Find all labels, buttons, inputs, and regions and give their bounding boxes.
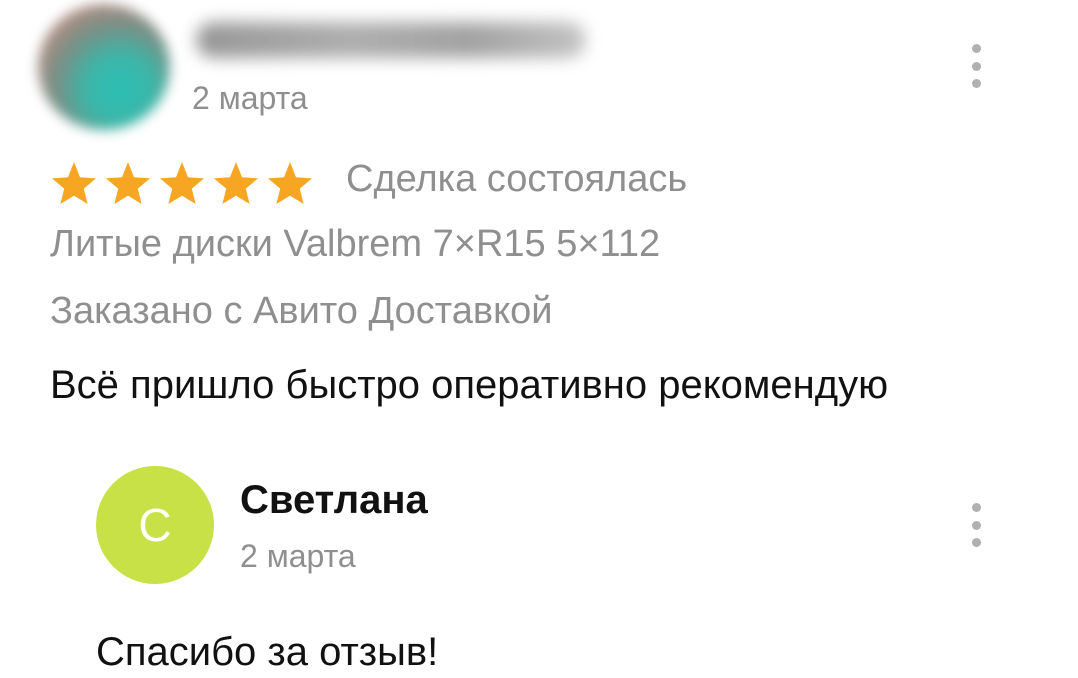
delivery-note: Заказано с Авито Доставкой: [50, 290, 553, 332]
review-date: 2 марта: [192, 80, 308, 116]
reply-date: 2 марта: [240, 538, 356, 574]
reply-avatar[interactable]: С: [96, 466, 214, 584]
star-icon: [160, 162, 204, 204]
review-more-icon[interactable]: [965, 44, 987, 88]
reviewer-name-blurred[interactable]: [196, 22, 586, 58]
review-card: 2 марта Сделка состоялась Литые диски Va…: [0, 0, 1078, 440]
reply-text: Спасибо за отзыв!: [96, 630, 439, 674]
deal-status: Сделка состоялась: [346, 158, 688, 200]
star-icon: [52, 162, 96, 204]
rating-stars: [50, 160, 314, 206]
star-icon: [106, 162, 150, 204]
reply-more-icon[interactable]: [965, 503, 987, 547]
item-title: Литые диски Valbrem 7×R15 5×112: [50, 223, 661, 265]
reviewer-avatar[interactable]: [38, 4, 170, 130]
reply-author-name[interactable]: Светлана: [240, 478, 428, 523]
reply-avatar-letter: С: [138, 499, 172, 551]
review-text: Всё пришло быстро оперативно рекомендую: [50, 363, 889, 407]
star-icon: [214, 162, 258, 204]
star-icon: [268, 162, 312, 204]
